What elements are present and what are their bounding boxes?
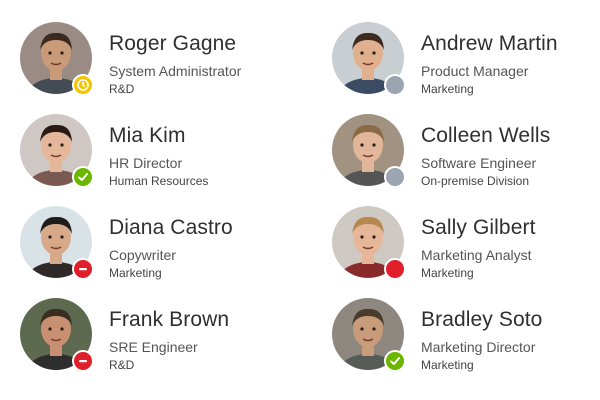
contact-card-colleen-wells[interactable]: Colleen Wells Software Engineer On-premise… bbox=[332, 114, 600, 206]
status-available-badge bbox=[72, 166, 94, 188]
contact-role: Software Engineer bbox=[421, 155, 537, 171]
minus-icon bbox=[77, 263, 89, 275]
contact-name[interactable]: Diana Castro bbox=[109, 216, 233, 240]
contact-department: R&D bbox=[109, 358, 135, 372]
contact-card-roger-gagne[interactable]: Roger Gagne System Administrator R&D bbox=[20, 22, 320, 114]
contact-info: Sally Gilbert Marketing Analyst Marketing bbox=[421, 206, 536, 281]
contact-department: On-premise Division bbox=[421, 174, 530, 188]
contact-card-frank-brown[interactable]: Frank Brown SRE Engineer R&D bbox=[20, 298, 320, 390]
contact-name[interactable]: Bradley Soto bbox=[421, 308, 542, 332]
contact-role: HR Director bbox=[109, 155, 183, 171]
status-away-badge bbox=[72, 74, 94, 96]
status-offline-badge bbox=[384, 74, 406, 96]
contact-role: Marketing Director bbox=[421, 339, 536, 355]
contact-role: Product Manager bbox=[421, 63, 529, 79]
avatar-container bbox=[332, 22, 406, 96]
contact-info: Andrew Martin Product Manager Marketing bbox=[421, 22, 558, 97]
check-icon bbox=[389, 355, 401, 367]
contact-department: R&D bbox=[109, 82, 135, 96]
contact-card-bradley-soto[interactable]: Bradley Soto Marketing Director Marketing bbox=[332, 298, 600, 390]
status-busy-badge bbox=[72, 258, 94, 280]
contact-info: Roger Gagne System Administrator R&D bbox=[109, 22, 241, 97]
avatar-container bbox=[20, 206, 94, 280]
contact-card-sally-gilbert[interactable]: Sally Gilbert Marketing Analyst Marketing bbox=[332, 206, 600, 298]
contact-name[interactable]: Andrew Martin bbox=[421, 32, 558, 56]
status-busy-badge bbox=[384, 258, 406, 280]
contact-card-andrew-martin[interactable]: Andrew Martin Product Manager Marketing bbox=[332, 22, 600, 114]
contact-name[interactable]: Mia Kim bbox=[109, 124, 208, 148]
contact-role: Copywriter bbox=[109, 247, 176, 263]
contact-department: Marketing bbox=[421, 266, 474, 280]
avatar-container bbox=[332, 298, 406, 372]
contact-department: Marketing bbox=[421, 82, 474, 96]
clock-icon bbox=[77, 79, 89, 91]
contact-info: Colleen Wells Software Engineer On-premise… bbox=[421, 114, 550, 189]
avatar-container bbox=[20, 22, 94, 96]
check-icon bbox=[77, 171, 89, 183]
contact-department: Human Resources bbox=[109, 174, 209, 188]
contact-info: Bradley Soto Marketing Director Marketing bbox=[421, 298, 542, 373]
contact-grid: Roger Gagne System Administrator R&D Mia K… bbox=[0, 0, 600, 400]
contact-name[interactable]: Frank Brown bbox=[109, 308, 229, 332]
status-available-badge bbox=[384, 350, 406, 372]
contact-role: System Administrator bbox=[109, 63, 242, 79]
contact-card-diana-castro[interactable]: Diana Castro Copywriter Marketing bbox=[20, 206, 320, 298]
status-offline-badge bbox=[384, 166, 406, 188]
contact-name[interactable]: Roger Gagne bbox=[109, 32, 241, 56]
contact-name[interactable]: Colleen Wells bbox=[421, 124, 550, 148]
contact-info: Mia Kim HR Director Human Resources bbox=[109, 114, 208, 189]
contact-card-mia-kim[interactable]: Mia Kim HR Director Human Resources bbox=[20, 114, 320, 206]
contact-role: Marketing Analyst bbox=[421, 247, 532, 263]
avatar-container bbox=[20, 298, 94, 372]
contact-department: Marketing bbox=[109, 266, 162, 280]
contact-role: SRE Engineer bbox=[109, 339, 198, 355]
status-busy-badge bbox=[72, 350, 94, 372]
avatar-container bbox=[332, 114, 406, 188]
contact-info: Diana Castro Copywriter Marketing bbox=[109, 206, 233, 281]
contact-department: Marketing bbox=[421, 358, 474, 372]
avatar-container bbox=[20, 114, 94, 188]
minus-icon bbox=[77, 355, 89, 367]
contact-name[interactable]: Sally Gilbert bbox=[421, 216, 536, 240]
avatar-container bbox=[332, 206, 406, 280]
contact-info: Frank Brown SRE Engineer R&D bbox=[109, 298, 229, 373]
